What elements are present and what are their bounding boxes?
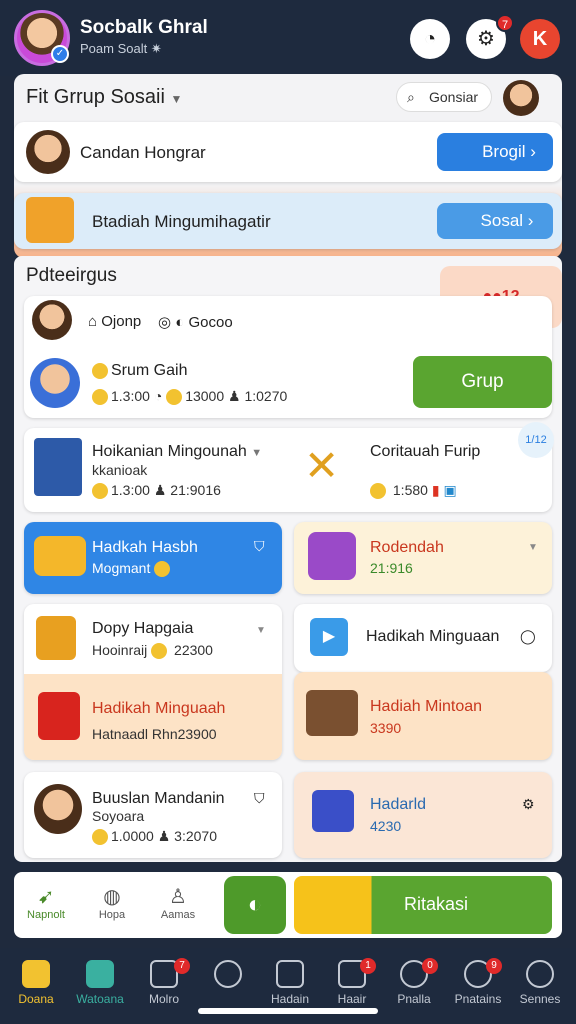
tile-title: Hadiah Mintoan xyxy=(370,698,483,715)
group-name: Srum Gaih xyxy=(92,362,187,380)
tile-title: Hadarld xyxy=(370,796,427,813)
gift-box-icon xyxy=(36,616,76,660)
tile-title: Hadkah Hasbh xyxy=(92,539,198,556)
group-avatar xyxy=(30,358,80,408)
search-button[interactable]: ⌕ Gonsiar xyxy=(396,82,492,112)
tile-sub: 4230 xyxy=(370,818,402,834)
settings-icon[interactable]: ⚙ xyxy=(522,796,535,813)
group-meta-a: ⌂ Ojonp xyxy=(88,313,142,330)
send-icon: ➹ xyxy=(37,886,55,908)
group-row-2-label: Btadiah Mingumihagatir xyxy=(92,212,271,231)
app-subtitle: Poam Soalt ✷ xyxy=(80,41,162,56)
nav-explore[interactable]: Watoana xyxy=(68,952,132,1016)
app-logo-icon[interactable]: K xyxy=(520,19,560,59)
group-stats: 1.3:00 ◔ 13000 ♟ 1:0270 xyxy=(92,388,287,406)
list-item-values: 1.3:00 ♟ 21:9016 xyxy=(92,482,221,500)
app-logo-button[interactable]: ◐ xyxy=(224,876,286,934)
play-icon: ▶ xyxy=(310,618,348,656)
section-title: Pdteeirgus xyxy=(26,265,117,286)
verified-badge-icon: ✓ xyxy=(51,45,69,63)
nav-clock[interactable] xyxy=(196,952,260,1016)
nav-profile[interactable]: Sennes xyxy=(508,952,572,1016)
member-avatar[interactable] xyxy=(503,80,539,116)
cta-label: Ritakasi xyxy=(404,894,469,914)
tile-title: Dopy Hapgaia xyxy=(92,620,194,637)
group-row-1-label: Candan Hongrar xyxy=(80,143,206,162)
panel-title[interactable]: Fit Grrup Sosaii ▼ xyxy=(26,86,182,109)
search-icon: ⌕ xyxy=(407,89,415,105)
action-chat[interactable]: ◍ Hopa xyxy=(88,884,136,921)
tile-title: Hadikah Minguaan xyxy=(366,628,500,645)
tile-sub: Soyoara xyxy=(92,808,145,824)
tile-title: Buuslan Mandanin xyxy=(92,790,225,807)
list-item-sub: kkanioak xyxy=(92,462,148,478)
clock-icon xyxy=(214,960,242,988)
action-send[interactable]: ➹ Napnolt xyxy=(22,884,70,921)
document-icon xyxy=(276,960,304,988)
chevron-down-icon: ▼ xyxy=(170,92,183,106)
tile-values: 1.0000 ♟ 3:2070 xyxy=(92,828,217,846)
chat-icon[interactable]: ◯ xyxy=(520,628,536,645)
action-profile[interactable]: ♙ Aamas xyxy=(154,884,202,921)
home-indicator xyxy=(198,1008,378,1014)
app-title: Socbalk Ghral xyxy=(80,17,208,38)
nav-badge: 1 xyxy=(360,958,376,974)
notification-badge: 7 xyxy=(496,14,514,32)
shield-icon: ⛉ xyxy=(254,790,265,806)
list-item-title[interactable]: Hoikanian Mingounah ▼ xyxy=(92,443,262,461)
profile-avatar[interactable]: ✓ xyxy=(14,10,70,66)
gift-box-icon xyxy=(26,197,74,243)
group-meta-b: ◎ ◐ Gocoo xyxy=(158,314,233,331)
tile-sub: Mogmant xyxy=(92,560,173,578)
chevron-down-icon[interactable]: ▼ xyxy=(528,542,538,553)
nav-badge: 7 xyxy=(174,958,190,974)
chat-icon[interactable]: ◔ xyxy=(410,19,450,59)
cube-icon xyxy=(312,790,354,832)
nav-badge: 0 xyxy=(422,958,438,974)
nav-home[interactable]: Doana xyxy=(4,952,68,1016)
tile-sub: 21:916 xyxy=(370,560,413,576)
candy-icon xyxy=(34,536,86,576)
red-gift-icon xyxy=(38,692,80,740)
count-badge: 1/12 xyxy=(518,422,554,458)
user-icon: ♙ xyxy=(169,886,187,908)
user-icon xyxy=(526,960,554,988)
house-icon xyxy=(86,960,114,988)
home-icon xyxy=(22,960,50,988)
chevron-down-icon[interactable]: ▼ xyxy=(256,625,266,636)
gift-icon xyxy=(308,532,356,580)
list-item-values: 1:580 ▮ ▣ xyxy=(370,482,457,500)
member-avatar xyxy=(26,130,70,174)
social-button[interactable]: Sosal › xyxy=(437,203,553,239)
chat-icon: ◍ xyxy=(103,886,121,908)
tile-title: Hadikah Minguaah xyxy=(92,700,226,717)
member-avatar xyxy=(34,784,82,834)
swords-icon: ✕ xyxy=(304,442,340,489)
member-avatar xyxy=(32,300,72,340)
ticket-icon xyxy=(306,690,358,736)
list-item-title[interactable]: Coritauah Furip xyxy=(370,443,480,461)
phone-icon xyxy=(34,438,82,496)
nav-badge: 9 xyxy=(486,958,502,974)
nav-docs[interactable]: Hadain xyxy=(258,952,322,1016)
tile-sub: Hatnaadl Rhn23900 xyxy=(92,726,217,742)
group-button[interactable]: Grup xyxy=(413,356,552,408)
tile-title: Rodendah xyxy=(370,539,444,556)
join-button[interactable]: Brogil › xyxy=(437,133,553,171)
shield-icon: ⛉ xyxy=(254,538,265,554)
tile-values: Hooinraij 22300 xyxy=(92,642,213,660)
tile-sub: 3390 xyxy=(370,720,402,736)
